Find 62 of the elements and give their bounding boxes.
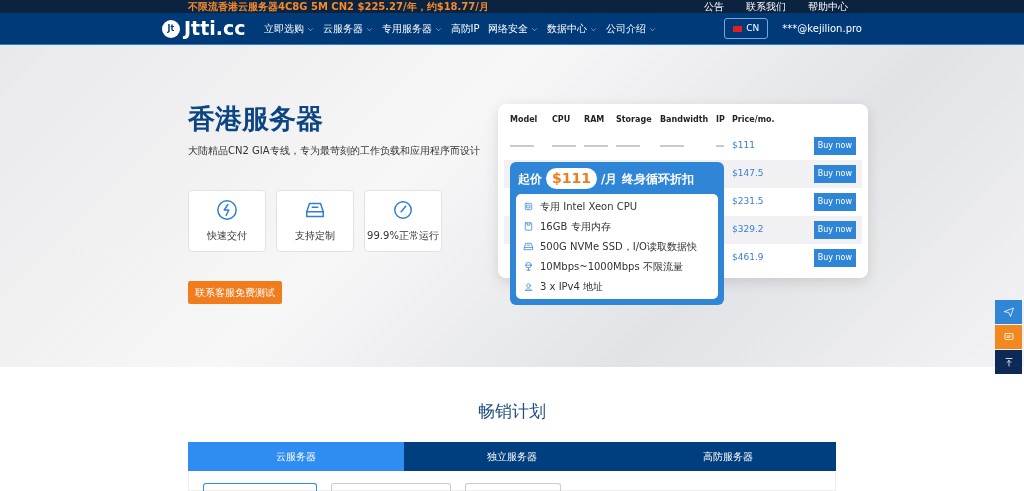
- promo-price: $111: [546, 168, 597, 189]
- chip-icon: [523, 201, 534, 212]
- column-header: RAM: [584, 114, 606, 126]
- announcement-text[interactable]: 不限流香港云服务器4C8G 5M CN2 $225.27/年，约$18.77/月: [188, 0, 489, 13]
- feature-label: 支持定制: [295, 229, 335, 244]
- flag-icon: [733, 25, 743, 32]
- side-button[interactable]: [995, 325, 1022, 349]
- account-link[interactable]: ***@kejilion.pro: [782, 21, 862, 36]
- plan-tab[interactable]: 独立服务器: [404, 442, 620, 472]
- buy-button[interactable]: Buy now: [813, 137, 856, 155]
- price-text: $329.2: [732, 223, 765, 237]
- buy-button[interactable]: Buy now: [813, 165, 856, 183]
- hero-subtitle: 大陆精品CN2 GIA专线，专为最苛刻的工作负载和应用程序而设计: [188, 144, 481, 159]
- price-text: $111: [732, 139, 756, 153]
- hero-title: 香港服务器: [188, 103, 324, 136]
- side-button[interactable]: [995, 350, 1022, 374]
- price-text: $147.5: [732, 167, 765, 181]
- gauge-icon: [392, 199, 414, 222]
- buy-button[interactable]: Buy now: [813, 249, 856, 267]
- send-icon: [1002, 306, 1015, 318]
- top-link[interactable]: 联系我们: [746, 0, 786, 13]
- top-link[interactable]: 帮助中心: [808, 0, 848, 13]
- lightning-icon: [216, 199, 238, 222]
- back-to-top-icon: [1002, 356, 1015, 368]
- chat-icon: [1002, 331, 1015, 343]
- section-title: 畅销计划: [477, 400, 547, 423]
- nav-link[interactable]: 公司介绍: [606, 21, 657, 36]
- drive-icon: [523, 241, 534, 252]
- nav-link[interactable]: 立即选购: [263, 21, 314, 36]
- column-header: Bandwidth: [660, 114, 710, 126]
- buy-button[interactable]: Buy now: [813, 221, 856, 239]
- promo-feature: 3 x IPv4 地址: [540, 280, 604, 294]
- globe-icon: [523, 261, 534, 272]
- promo-feature: 16GB 专用内存: [540, 220, 611, 234]
- column-header: Price/mo.: [732, 114, 776, 126]
- column-header: Storage: [616, 114, 653, 126]
- nav-link[interactable]: 网络安全: [488, 21, 539, 36]
- nav-link[interactable]: 专用服务器: [381, 21, 442, 36]
- price-text: $231.5: [732, 195, 765, 209]
- buy-button[interactable]: Buy now: [813, 193, 856, 211]
- nav-link[interactable]: 云服务器: [322, 21, 373, 36]
- promo-feature: 10Mbps~1000Mbps 不限流量: [540, 260, 683, 274]
- nav-link[interactable]: 高防IP: [450, 21, 480, 36]
- plan-tab[interactable]: 高防服务器: [620, 442, 836, 472]
- top-link[interactable]: 公告: [704, 0, 724, 13]
- promo-feature: 500G NVMe SSD，I/O读取数据快: [540, 240, 697, 254]
- price-text: $461.9: [732, 251, 765, 265]
- column-header: Model: [510, 114, 539, 126]
- logo-text[interactable]: Jtti.cc: [184, 19, 246, 38]
- feature-label: 快速交付: [207, 229, 247, 244]
- promo-feature: 专用 Intel Xeon CPU: [540, 200, 638, 214]
- nav-link[interactable]: 数据中心: [547, 21, 598, 36]
- column-header: CPU: [552, 114, 572, 126]
- logo-mark[interactable]: Jt: [162, 19, 180, 38]
- language-button[interactable]: CN: [724, 17, 769, 40]
- promo-suffix: /月 终身循环折扣: [600, 170, 694, 188]
- memory-icon: [523, 221, 534, 232]
- promo-prefix: 起价: [518, 170, 542, 188]
- side-button[interactable]: [995, 300, 1022, 324]
- feature-label: 99.9%正常运行: [367, 229, 439, 244]
- column-header: IP: [716, 114, 726, 126]
- person-icon: [523, 281, 534, 292]
